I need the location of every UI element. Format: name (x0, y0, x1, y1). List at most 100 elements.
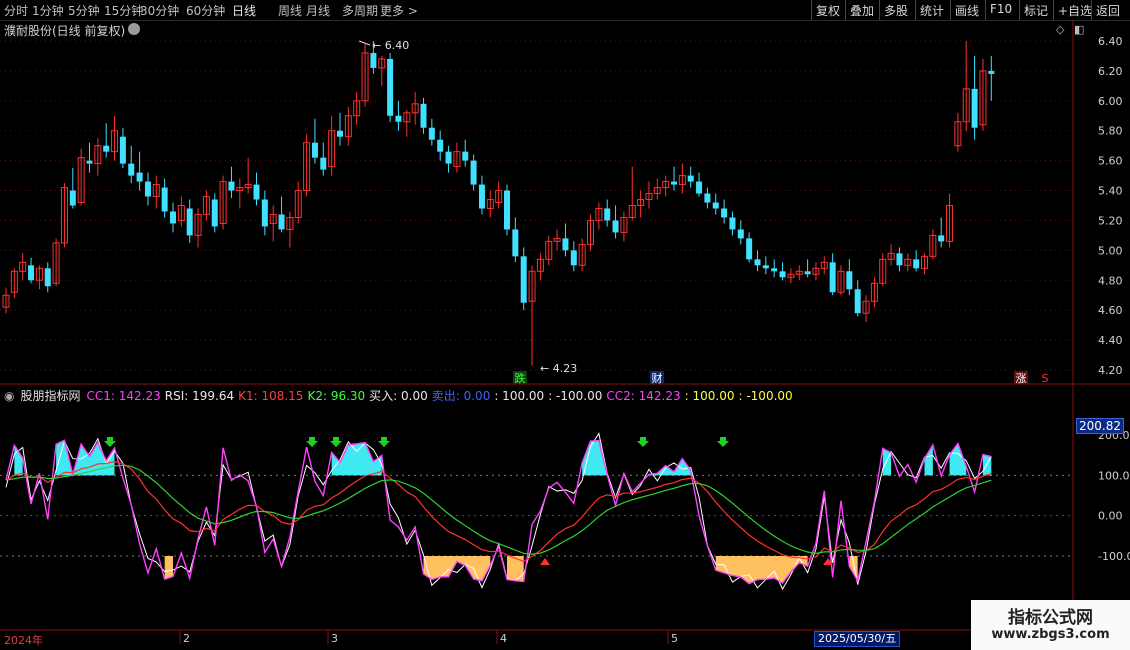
toolbar-button-2[interactable]: 多股 (884, 2, 908, 19)
watermark-url: www.zbgs3.com (991, 627, 1110, 642)
price-axis-label: 4.80 (1098, 274, 1123, 287)
period-tab-1[interactable]: 1分钟 (32, 2, 64, 19)
candle-body-down (119, 136, 126, 164)
candle-body-down (504, 190, 510, 230)
indicator-value-1: RSI: 199.64 (164, 389, 235, 403)
candle-body-down (938, 235, 945, 242)
buy-signal-arrow (378, 437, 390, 447)
indicator-value-7: : -100.00 (548, 389, 603, 403)
indicator-axis-label: 100.00 (1098, 469, 1130, 482)
toolbar-separator (985, 0, 986, 20)
period-tab-8[interactable]: 月线 (306, 2, 330, 19)
period-tab-3[interactable]: 15分钟 (104, 2, 143, 19)
price-axis-label: 5.40 (1098, 185, 1123, 198)
price-axis-label: 4.60 (1098, 304, 1123, 317)
date-cursor-badge: 2025/05/30/五 (814, 631, 901, 647)
indicator-value-0: CC1: 142.23 (86, 389, 161, 403)
indicator-value-8: CC2: 142.23 (606, 389, 681, 403)
chevron-down-icon[interactable] (128, 23, 140, 35)
indicator-axis-label: 0.00 (1098, 510, 1123, 523)
toolbar-button-0[interactable]: 复权 (816, 2, 840, 19)
toolbar-button-7[interactable]: +自选 (1058, 2, 1092, 19)
indicator-name[interactable]: 股朋指标网 (20, 389, 80, 403)
k2-line (5, 464, 992, 555)
candle-body-down (470, 160, 477, 185)
candle-body-down (370, 52, 377, 68)
candle-body-down (746, 238, 753, 260)
candle-body-down (771, 268, 778, 272)
price-axis-label: 6.20 (1098, 65, 1123, 78)
period-tab-7[interactable]: 周线 (278, 2, 302, 19)
event-mark-s: S (1042, 372, 1049, 385)
candle-body-down (896, 253, 903, 266)
chart-area: 6.40 6.20 6.00 5.80 5.60 5.40 5.20 5.00 4.80 4.60… (0, 20, 1130, 645)
candle-body-down (420, 103, 427, 128)
indicator-axis-label: -100.00 (1098, 550, 1130, 563)
buy-signal-arrow (104, 437, 116, 447)
event-mark-die: 跌 (515, 371, 526, 385)
toolbar-separator (950, 0, 951, 20)
candle-body-down (28, 265, 35, 281)
candle-body-down (570, 250, 577, 266)
indicator-value-10: : -100.00 (738, 389, 793, 403)
candle-body-down (144, 181, 151, 197)
toolbar-button-6[interactable]: 标记 (1024, 2, 1048, 19)
candle-body-down (211, 199, 218, 227)
buy-signal-arrow (306, 437, 318, 447)
candle-body-down (712, 202, 719, 209)
candle-body-down (337, 130, 343, 137)
candle-body-down (228, 181, 235, 191)
toolbar-button-3[interactable]: 统计 (920, 2, 944, 19)
stock-title: 濮耐股份(日线 前复权) (4, 24, 126, 38)
period-tab-0[interactable]: 分时 (4, 2, 28, 19)
period-tab-9[interactable]: 多周期 (342, 2, 378, 19)
candle-body-down (779, 271, 786, 278)
indicator-settings-icon[interactable]: ◉ (4, 389, 14, 403)
candle-body-down (562, 238, 569, 251)
candle-body-down (161, 187, 168, 212)
period-tab-2[interactable]: 5分钟 (68, 2, 100, 19)
candle-body-down (520, 256, 527, 303)
toolbar-separator (1091, 0, 1092, 20)
month-label: 3 (331, 632, 338, 645)
rsi-line (5, 432, 992, 591)
candle-body-down (988, 70, 995, 74)
candle-body-down (854, 289, 861, 314)
candle-body-down (704, 193, 711, 203)
diamond-icon[interactable]: ◇ (1056, 23, 1064, 36)
price-axis-label: 5.00 (1098, 244, 1123, 257)
event-mark-zhang: 涨 (1016, 372, 1027, 385)
toolbar-button-5[interactable]: F10 (990, 2, 1012, 16)
price-axis-label: 4.40 (1098, 334, 1123, 347)
candle-body-down (737, 229, 744, 239)
period-tab-10[interactable]: 更多 > (380, 2, 418, 19)
candle-body-down (671, 181, 677, 185)
candle-body-down (729, 217, 736, 230)
indicator-values-line: ◉ 股朋指标网 CC1: 142.23 RSI: 199.64 K1: 108.15 K2… (4, 387, 797, 404)
toolbar-button-4[interactable]: 画线 (955, 2, 979, 19)
candle-body-down (128, 163, 135, 176)
indicator-value-3: K2: 96.30 (307, 389, 366, 403)
toolbar-separator (915, 0, 916, 20)
period-tab-4[interactable]: 30分钟 (140, 2, 179, 19)
window-toggle-icon[interactable]: ◧ (1074, 23, 1084, 36)
overbought-fill (14, 440, 992, 476)
toolbar-button-8[interactable]: 返回 (1096, 2, 1120, 19)
candle-body-down (44, 268, 51, 287)
buy-signal-arrow (717, 437, 729, 447)
price-axis-label: 5.60 (1098, 155, 1123, 168)
candle-body-down (311, 142, 318, 158)
candle-body-down (445, 151, 452, 164)
period-tab-5[interactable]: 60分钟 (186, 2, 225, 19)
toolbar-button-1[interactable]: 叠加 (850, 2, 874, 19)
candle-body-down (754, 259, 761, 266)
indicator-value-4: 买入: 0.00 (369, 389, 428, 403)
low-price-label: ← 4.23 (540, 362, 577, 375)
candle-body-down (261, 199, 268, 227)
candle-body-down (136, 172, 143, 182)
period-tab-6[interactable]: 日线 (232, 2, 256, 19)
candle-body-down (103, 145, 110, 152)
event-mark-cai: 财 (652, 371, 663, 385)
candle-body-down (913, 259, 920, 269)
candle-body-down (86, 160, 93, 164)
